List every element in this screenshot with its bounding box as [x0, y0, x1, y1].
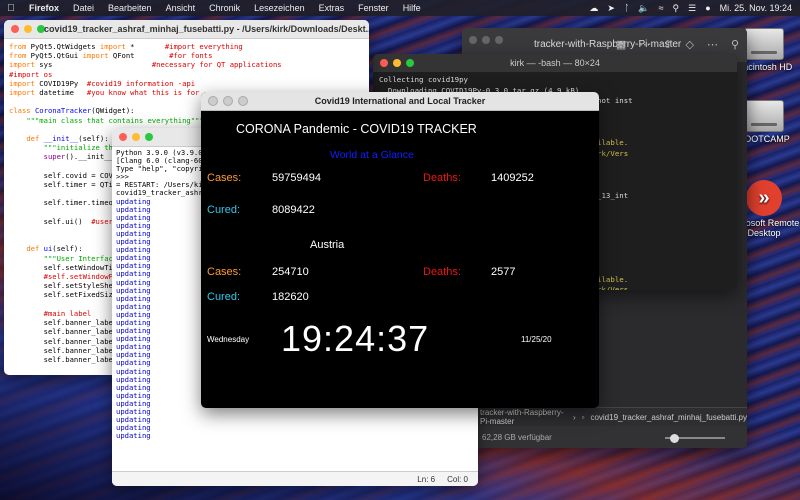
more-icon[interactable]: ⋯ — [639, 38, 650, 51]
zoom-button[interactable] — [495, 36, 503, 44]
clock-time: 19:24:37 — [281, 318, 430, 359]
tracker-heading: CORONA Pandemic - COVID19 TRACKER — [236, 122, 477, 136]
wifi-icon[interactable]: ≈ — [659, 3, 664, 13]
world-cured-value: 8089422 — [272, 204, 315, 216]
zoom-button[interactable] — [406, 59, 414, 67]
editor-titlebar[interactable]: covid19_tracker_ashraf_minhaj_fusebatti.… — [4, 20, 369, 39]
local-cases-label: Cases: — [207, 266, 242, 278]
menu-datei[interactable]: Datei — [66, 3, 101, 13]
hard-drive-icon — [744, 100, 784, 132]
volume-icon[interactable]: 🔈 — [638, 3, 649, 14]
menu-bearbeiten[interactable]: Bearbeiten — [101, 3, 159, 13]
minimize-button[interactable] — [24, 25, 32, 33]
close-button[interactable] — [119, 133, 127, 141]
close-button[interactable] — [11, 25, 19, 33]
file-icon: ▫ — [581, 412, 585, 422]
terminal-titlebar[interactable]: kirk — -bash — 80×24 — [373, 54, 737, 72]
siri-icon[interactable]: ● — [705, 3, 710, 13]
world-deaths-label: Deaths: — [423, 172, 461, 184]
current-date: 11/25/20 — [521, 335, 552, 344]
menu-clock[interactable]: Mi. 25. Nov. 19:24 — [720, 3, 792, 13]
zoom-button[interactable] — [238, 96, 248, 106]
slider-knob[interactable] — [670, 434, 679, 443]
cursor-icon[interactable]: ➤ — [607, 3, 615, 14]
menu-ansicht[interactable]: Ansicht — [159, 3, 203, 13]
remote-desktop-icon: » — [746, 180, 782, 216]
menu-lesezeichen[interactable]: Lesezeichen — [247, 3, 312, 13]
search-icon[interactable]: ⚲ — [673, 3, 680, 14]
menu-fenster[interactable]: Fenster — [351, 3, 396, 13]
tag-icon[interactable]: ◇ — [685, 38, 693, 51]
local-deaths-label: Deaths: — [423, 266, 461, 278]
search-icon[interactable]: ⚲ — [731, 38, 739, 51]
zoom-button[interactable] — [37, 25, 45, 33]
column-number: Col: 0 — [447, 474, 468, 484]
minimize-button[interactable] — [393, 59, 401, 67]
minimize-button[interactable] — [132, 133, 140, 141]
cloud-upload-icon[interactable]: ☁ — [589, 3, 598, 14]
tracker-titlebar[interactable]: Covid19 International and Local Tracker — [201, 92, 599, 111]
hard-drive-icon — [744, 28, 784, 60]
free-space: 62,28 GB verfügbar — [482, 432, 552, 442]
menu-app-name[interactable]: Firefox — [22, 3, 66, 13]
local-cases-value: 254710 — [272, 266, 309, 278]
terminal-title: kirk — -bash — 80×24 — [510, 58, 600, 68]
menu-chronik[interactable]: Chronik — [202, 3, 247, 13]
minimize-button[interactable] — [482, 36, 490, 44]
path-file[interactable]: covid19_tracker_ashraf_minhaj_fusebatti.… — [590, 413, 747, 422]
menu-bar:  Firefox Datei Bearbeiten Ansicht Chron… — [0, 0, 800, 16]
tracker-window: Covid19 International and Local Tracker … — [201, 92, 599, 408]
line-number: Ln: 6 — [417, 474, 436, 484]
view-icon[interactable]: ▦ — [616, 38, 626, 51]
local-deaths-value: 2577 — [491, 266, 516, 278]
local-cured-value: 182620 — [272, 291, 309, 303]
tracker-title: Covid19 International and Local Tracker — [314, 96, 486, 106]
menu-extras[interactable]: Extras — [312, 3, 352, 13]
apple-icon[interactable]:  — [0, 3, 22, 14]
zoom-button[interactable] — [145, 133, 153, 141]
minimize-button[interactable] — [223, 96, 233, 106]
weekday: Wednesday — [207, 335, 250, 344]
share-icon[interactable]: ⇧ — [663, 38, 672, 51]
bluetooth-icon[interactable]: ᛚ — [624, 3, 629, 13]
world-cases-value: 59759494 — [272, 172, 321, 184]
world-glance-label: World at a Glance — [330, 149, 414, 161]
close-button[interactable] — [380, 59, 388, 67]
close-button[interactable] — [469, 36, 477, 44]
path-bar: tracker-with-Raspberry-Pi-master › ▫ cov… — [462, 407, 747, 426]
local-cured-label: Cured: — [207, 291, 241, 303]
shell-status-bar: Ln: 6 Col: 0 — [112, 471, 478, 486]
country-name: Austria — [310, 239, 345, 251]
world-cases-label: Cases: — [207, 172, 242, 184]
control-center-icon[interactable]: ☰ — [688, 3, 696, 14]
menu-hilfe[interactable]: Hilfe — [396, 3, 428, 13]
world-deaths-value: 1409252 — [491, 172, 534, 184]
more-actions-icon[interactable]: ⋯ — [707, 38, 718, 51]
chevron-right-icon: › — [572, 412, 576, 422]
path-folder[interactable]: tracker-with-Raspberry-Pi-master — [480, 408, 567, 426]
terminal-line: Collecting covid19py — [379, 75, 468, 84]
close-button[interactable] — [208, 96, 218, 106]
world-cured-label: Cured: — [207, 204, 241, 216]
shell-updating-line: updating — [116, 431, 151, 441]
editor-title: covid19_tracker_ashraf_minhaj_fusebatti.… — [44, 24, 369, 34]
